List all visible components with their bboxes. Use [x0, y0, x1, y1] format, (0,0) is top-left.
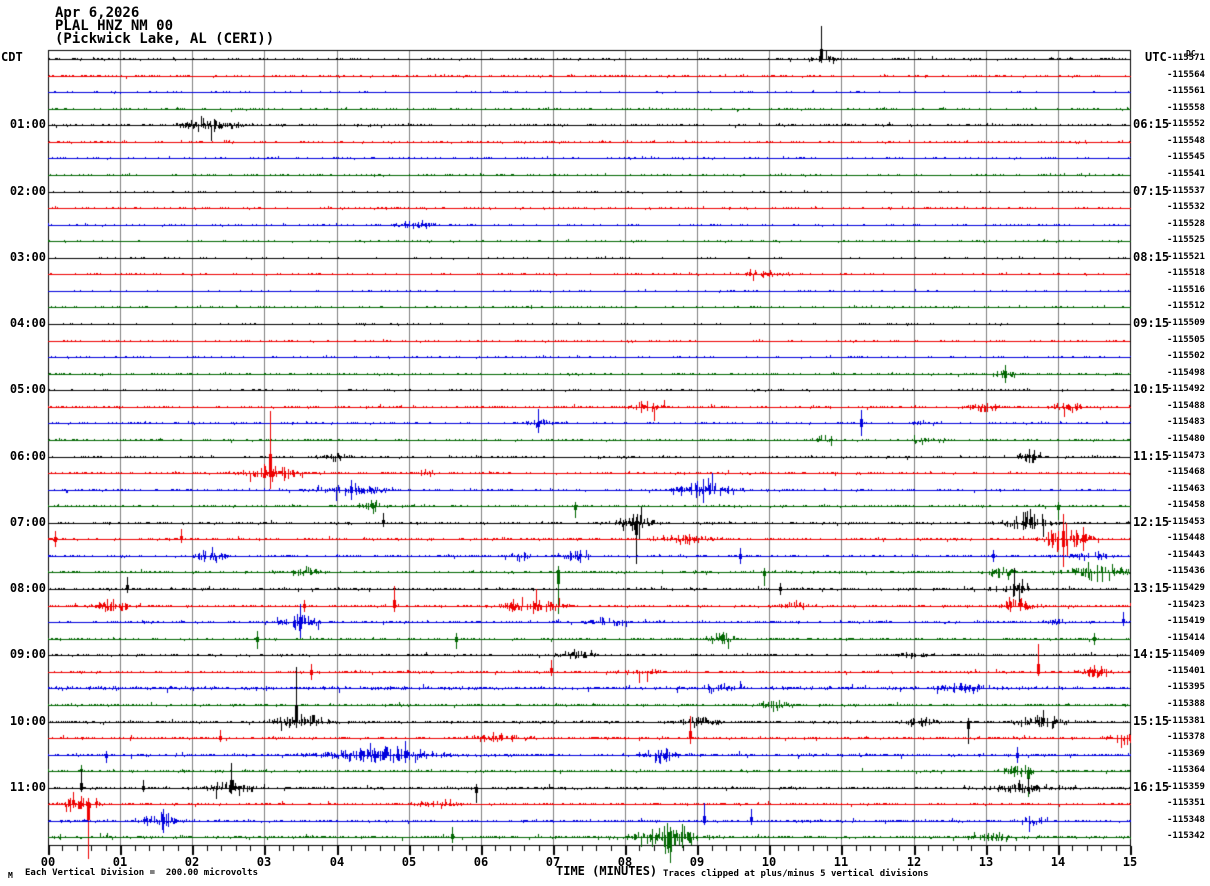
scale-note: Each Vertical Division = 200.00 microvol…	[25, 868, 258, 878]
dc-value: -115423	[1167, 600, 1205, 610]
dc-value: -115436	[1167, 566, 1205, 576]
left-time-label: 04:00	[9, 316, 46, 330]
dc-value: -115558	[1167, 103, 1205, 113]
right-hour-label: 07:15	[1133, 184, 1170, 198]
minute-label: 14	[1050, 855, 1066, 869]
dc-value: -115388	[1167, 699, 1205, 709]
minute-label: 06	[473, 855, 489, 869]
dc-value: -115509	[1167, 318, 1205, 328]
left-time-label: 08:00	[9, 581, 46, 595]
dc-value: -115359	[1167, 782, 1205, 792]
dc-value: -115351	[1167, 798, 1205, 808]
helicorder-page: Apr 6,2026 PLAL HNZ NM 00 (Pickwick Lake…	[0, 0, 1210, 886]
dc-value: -115348	[1167, 815, 1205, 825]
left-time-label: 11:00	[9, 780, 46, 794]
right-hour-label: 10:15	[1133, 382, 1170, 396]
dc-value: -115395	[1167, 682, 1205, 692]
left-time-label: 10:00	[9, 714, 46, 728]
minute-label: 11	[833, 855, 849, 869]
seismogram-canvas	[0, 0, 1210, 886]
minute-label: 01	[112, 855, 128, 869]
dc-value: -115443	[1167, 550, 1205, 560]
clip-note: Traces clipped at plus/minus 5 vertical …	[663, 869, 929, 879]
dc-value: -115463	[1167, 484, 1205, 494]
dc-value: -115473	[1167, 451, 1205, 461]
dc-value: -115564	[1167, 70, 1205, 80]
dc-value: -115378	[1167, 732, 1205, 742]
right-hour-label: 06:15	[1133, 117, 1170, 131]
dc-value: -115448	[1167, 533, 1205, 543]
dc-value: -115381	[1167, 716, 1205, 726]
dc-value: -115502	[1167, 351, 1205, 361]
dc-value: -115480	[1167, 434, 1205, 444]
minute-label: 15	[1122, 855, 1138, 869]
dc-value: -115516	[1167, 285, 1205, 295]
dc-value: -115458	[1167, 500, 1205, 510]
minute-label: 05	[401, 855, 417, 869]
dc-value: -115548	[1167, 136, 1205, 146]
left-time-label: 01:00	[9, 117, 46, 131]
dc-value: -115483	[1167, 417, 1205, 427]
dc-value: -115492	[1167, 384, 1205, 394]
left-time-label: 05:00	[9, 382, 46, 396]
dc-value: -115409	[1167, 649, 1205, 659]
right-hour-label: 13:15	[1133, 581, 1170, 595]
dc-value: -115521	[1167, 252, 1205, 262]
dc-value: -115468	[1167, 467, 1205, 477]
dc-value: -115342	[1167, 831, 1205, 841]
left-time-label: 06:00	[9, 449, 46, 463]
right-hour-label: 16:15	[1133, 780, 1170, 794]
dc-value: -115429	[1167, 583, 1205, 593]
dc-value: -115369	[1167, 749, 1205, 759]
dc-value: -115364	[1167, 765, 1205, 775]
dc-value: -115571	[1167, 53, 1205, 63]
minute-label: 04	[329, 855, 345, 869]
dc-value: -115505	[1167, 335, 1205, 345]
dc-value: -115414	[1167, 633, 1205, 643]
left-time-label: 02:00	[9, 184, 46, 198]
minute-label: 13	[978, 855, 994, 869]
left-time-label: 07:00	[9, 515, 46, 529]
dc-value: -115453	[1167, 517, 1205, 527]
dc-value: -115518	[1167, 268, 1205, 278]
right-hour-label: 09:15	[1133, 316, 1170, 330]
left-time-label: 03:00	[9, 250, 46, 264]
dc-value: -115528	[1167, 219, 1205, 229]
dc-value: -115532	[1167, 202, 1205, 212]
corner-glyph: M	[8, 871, 13, 880]
minute-label: 02	[184, 855, 200, 869]
dc-value: -115512	[1167, 301, 1205, 311]
dc-value: -115545	[1167, 152, 1205, 162]
right-hour-label: 08:15	[1133, 250, 1170, 264]
right-hour-label: 14:15	[1133, 647, 1170, 661]
dc-value: -115419	[1167, 616, 1205, 626]
dc-value: -115525	[1167, 235, 1205, 245]
right-hour-label: 15:15	[1133, 714, 1170, 728]
dc-value: -115488	[1167, 401, 1205, 411]
x-axis-title: TIME (MINUTES)	[556, 864, 658, 878]
minute-label: 03	[256, 855, 272, 869]
dc-value: -115401	[1167, 666, 1205, 676]
dc-value: -115541	[1167, 169, 1205, 179]
right-hour-label: 12:15	[1133, 515, 1170, 529]
right-hour-label: 11:15	[1133, 449, 1170, 463]
minute-label: 00	[40, 855, 56, 869]
minute-label: 12	[906, 855, 922, 869]
dc-value: -115552	[1167, 119, 1205, 129]
dc-value: -115498	[1167, 368, 1205, 378]
minute-label: 10	[761, 855, 777, 869]
left-time-label: 09:00	[9, 647, 46, 661]
left-timezone-label: CDT	[1, 50, 23, 64]
dc-value: -115561	[1167, 86, 1205, 96]
minute-label: 09	[689, 855, 705, 869]
right-timezone-label: UTC	[1145, 50, 1167, 64]
title-location: (Pickwick Lake, AL (CERI))	[55, 31, 275, 47]
dc-value: -115537	[1167, 186, 1205, 196]
